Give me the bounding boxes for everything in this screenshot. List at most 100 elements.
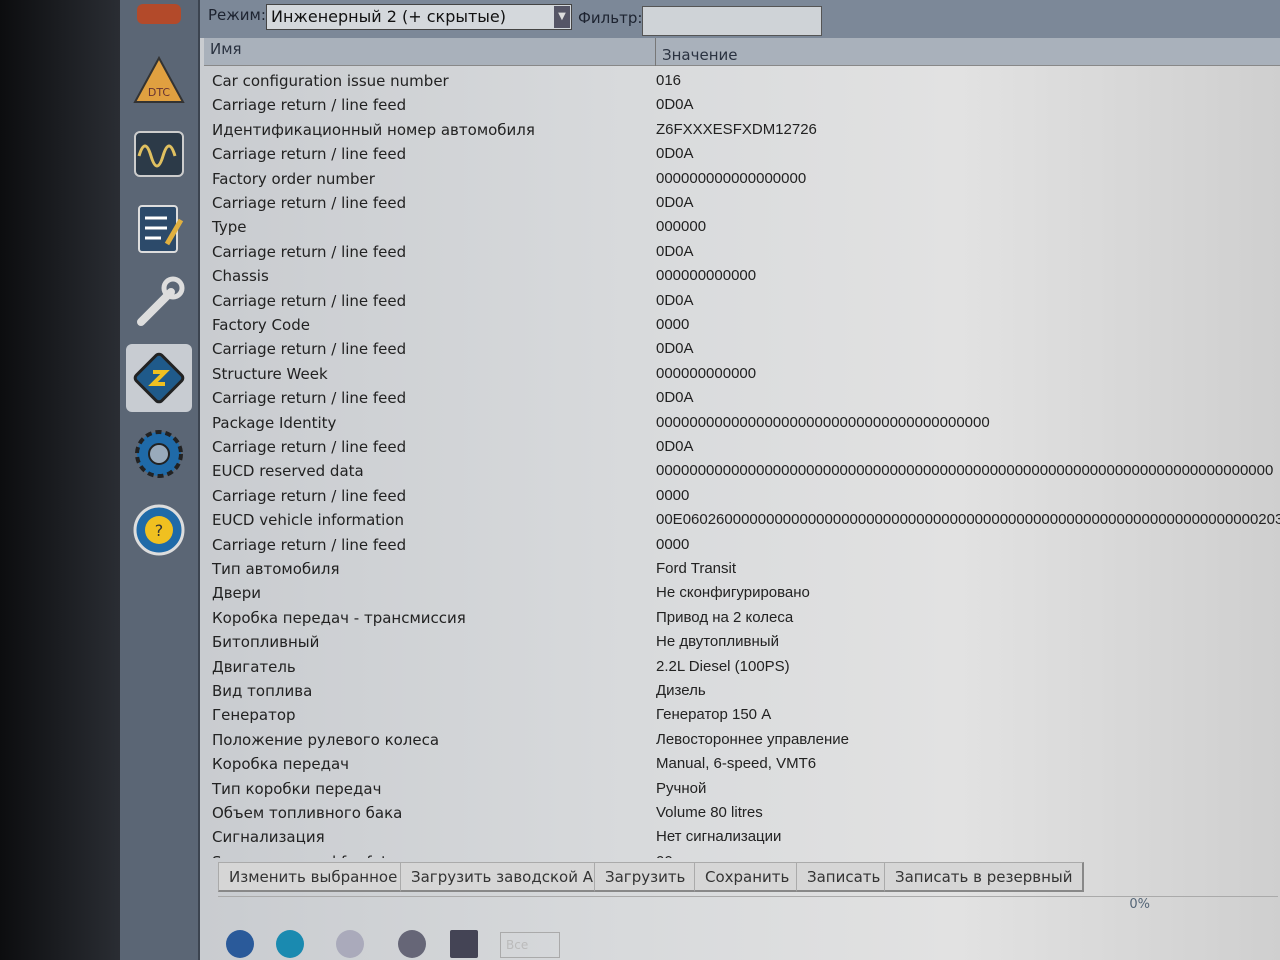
svg-text:DTC: DTC — [148, 86, 171, 99]
table-row[interactable]: Type 000000 — [204, 215, 1280, 239]
row-value: Дизель — [656, 682, 706, 699]
table-row[interactable]: Коробка передач - трансмиссия Привод на 2… — [204, 606, 1280, 630]
row-name: Carriage return / line feed — [212, 389, 407, 408]
sidebar-settings-button[interactable] — [126, 420, 192, 488]
sidebar-help-button[interactable]: ? — [126, 496, 192, 564]
row-value: 0D0A — [656, 340, 694, 358]
table-row[interactable]: Carriage return / line feed 0000 — [204, 533, 1280, 557]
row-name: Factory Code — [212, 316, 310, 334]
table-row[interactable]: Factory order number 000000000000000000 — [204, 167, 1280, 191]
table-row[interactable]: Carriage return / line feed 0D0A — [204, 240, 1280, 264]
oscilloscope-icon — [134, 131, 184, 177]
row-name: Car configuration issue number — [212, 72, 449, 90]
row-value: 000000000000 — [656, 267, 757, 285]
row-value: 0D0A — [656, 438, 694, 455]
row-value: Ford Transit — [656, 560, 737, 577]
table-row[interactable]: Вид топлива Дизель — [204, 679, 1280, 703]
checklist-icon — [138, 205, 184, 253]
table-row[interactable]: Сигнализация Нет сигнализации — [204, 825, 1280, 849]
lifebuoy-icon[interactable] — [336, 930, 364, 958]
row-value: 0D0A — [656, 145, 694, 163]
row-value: 000000000000000000 — [656, 169, 807, 187]
save-disk-icon[interactable] — [450, 930, 478, 958]
delete-icon[interactable] — [398, 930, 426, 958]
column-header-name[interactable]: Имя — [204, 38, 656, 66]
row-value: Не двутопливный — [656, 633, 779, 651]
dtc-icon: DTC — [133, 55, 185, 103]
table-row[interactable]: Carriage return / line feed 0D0A — [204, 142, 1280, 166]
action-button-4[interactable]: Записать — [796, 862, 893, 892]
chevron-down-icon[interactable]: ▼ — [554, 6, 570, 28]
filter-input[interactable] — [642, 6, 822, 36]
row-value: 0D0A — [656, 194, 694, 211]
table-row[interactable]: Carriage return / line feed 0D0A — [204, 435, 1280, 459]
action-button-5[interactable]: Записать в резервный — [884, 862, 1085, 892]
table-row[interactable]: Carriage return / line feed 0D0A — [204, 386, 1280, 410]
action-button-2[interactable]: Загрузить — [594, 862, 698, 892]
table-row[interactable]: Идентификационный номер автомобиля Z6FXXX… — [204, 118, 1280, 142]
row-value: 0000000000000000000000000000000000000000… — [656, 462, 1274, 480]
sidebar-oscilloscope-button[interactable] — [126, 120, 192, 188]
table-row[interactable]: Chassis 000000000000 — [204, 264, 1280, 288]
row-value: 0000 — [656, 535, 690, 553]
table-row[interactable]: Двери Не сконфигурировано — [204, 581, 1280, 605]
table-row[interactable]: Carriage return / line feed 0D0A — [204, 289, 1280, 313]
row-name: Коробка передач — [212, 755, 350, 774]
row-name: Коробка передач - трансмиссия — [212, 608, 466, 627]
row-name: Chassis — [212, 267, 269, 286]
table-row[interactable]: Коробка передач Manual, 6-speed, VMT6 — [204, 752, 1280, 776]
sidebar-dtc-button[interactable]: DTC — [126, 46, 192, 114]
table-row[interactable]: Package Identity 000000000000000000000000… — [204, 411, 1280, 435]
row-name: Spare - reserved for future use — [212, 853, 443, 858]
wrench-icon — [137, 276, 185, 326]
table-row[interactable]: Carriage return / line feed 0000 — [204, 484, 1280, 508]
table-row[interactable]: Битопливный Не двутопливный — [204, 630, 1280, 654]
progress-bar: 0% — [218, 896, 1278, 916]
module-programming-icon — [133, 352, 185, 404]
row-name: EUCD vehicle information — [212, 511, 405, 530]
stop-icon[interactable] — [276, 930, 304, 958]
row-value: 0D0A — [656, 389, 694, 407]
filter-select[interactable]: Все — [500, 932, 560, 958]
row-value: 016 — [656, 72, 682, 89]
row-name: Carriage return / line feed — [212, 291, 407, 310]
table-row[interactable]: Carriage return / line feed 0D0A — [204, 337, 1280, 361]
play-icon[interactable] — [226, 930, 254, 958]
row-value: 0000 — [656, 316, 690, 333]
row-value: 0000000000000000000000000000000000000000 — [656, 413, 990, 431]
row-name: Carriage return / line feed — [212, 145, 407, 164]
sidebar-car-button[interactable] — [126, 0, 192, 38]
table-row[interactable]: Двигатель 2.2L Diesel (100PS) — [204, 655, 1280, 679]
table-row[interactable]: EUCD vehicle information 00E0602600000000… — [204, 508, 1280, 532]
action-button-0[interactable]: Изменить выбранное — [218, 862, 410, 892]
action-button-3[interactable]: Сохранить — [694, 862, 802, 892]
table-row[interactable]: Spare - reserved for future use 00 — [204, 850, 1280, 858]
table-row[interactable]: Carriage return / line feed 0D0A — [204, 93, 1280, 117]
table-row[interactable]: Генератор Генератор 150 A — [204, 703, 1280, 727]
mode-select[interactable]: Инженерный 2 (+ скрытые) ▼ — [266, 4, 572, 30]
row-name: Тип автомобиля — [212, 560, 340, 578]
row-value: 000000000000 — [656, 364, 757, 382]
sidebar-checklist-button[interactable] — [126, 194, 192, 262]
sidebar-module-programming-button[interactable] — [126, 344, 192, 412]
row-value: 000000 — [656, 218, 707, 236]
table-row[interactable]: Car configuration issue number 016 — [204, 69, 1280, 93]
table-row[interactable]: Structure Week 000000000000 — [204, 362, 1280, 386]
row-name: Structure Week — [212, 364, 328, 383]
sidebar-wrench-button[interactable] — [126, 268, 192, 336]
row-name: Factory order number — [212, 169, 375, 188]
main-panel: Режим: Инженерный 2 (+ скрытые) ▼ Фильтр:… — [200, 0, 1280, 960]
action-button-1[interactable]: Загрузить заводской AB — [400, 862, 616, 892]
table-row[interactable]: Объем топливного бака Volume 80 litres — [204, 801, 1280, 825]
row-name: Carriage return / line feed — [212, 486, 407, 505]
row-name: Carriage return / line feed — [212, 96, 407, 115]
table-row[interactable]: Тип коробки передач Ручной — [204, 777, 1280, 801]
table-row[interactable]: Carriage return / line feed 0D0A — [204, 191, 1280, 215]
row-value: Не сконфигурировано — [656, 584, 810, 602]
table-row[interactable]: Положение рулевого колеса Левостороннее у… — [204, 728, 1280, 752]
table-row[interactable]: Тип автомобиля Ford Transit — [204, 557, 1280, 581]
table-row[interactable]: Factory Code 0000 — [204, 313, 1280, 337]
table-row[interactable]: EUCD reserved data 0000000000000000000000… — [204, 459, 1280, 483]
row-name: Package Identity — [212, 413, 337, 432]
row-name: EUCD reserved data — [212, 462, 364, 481]
